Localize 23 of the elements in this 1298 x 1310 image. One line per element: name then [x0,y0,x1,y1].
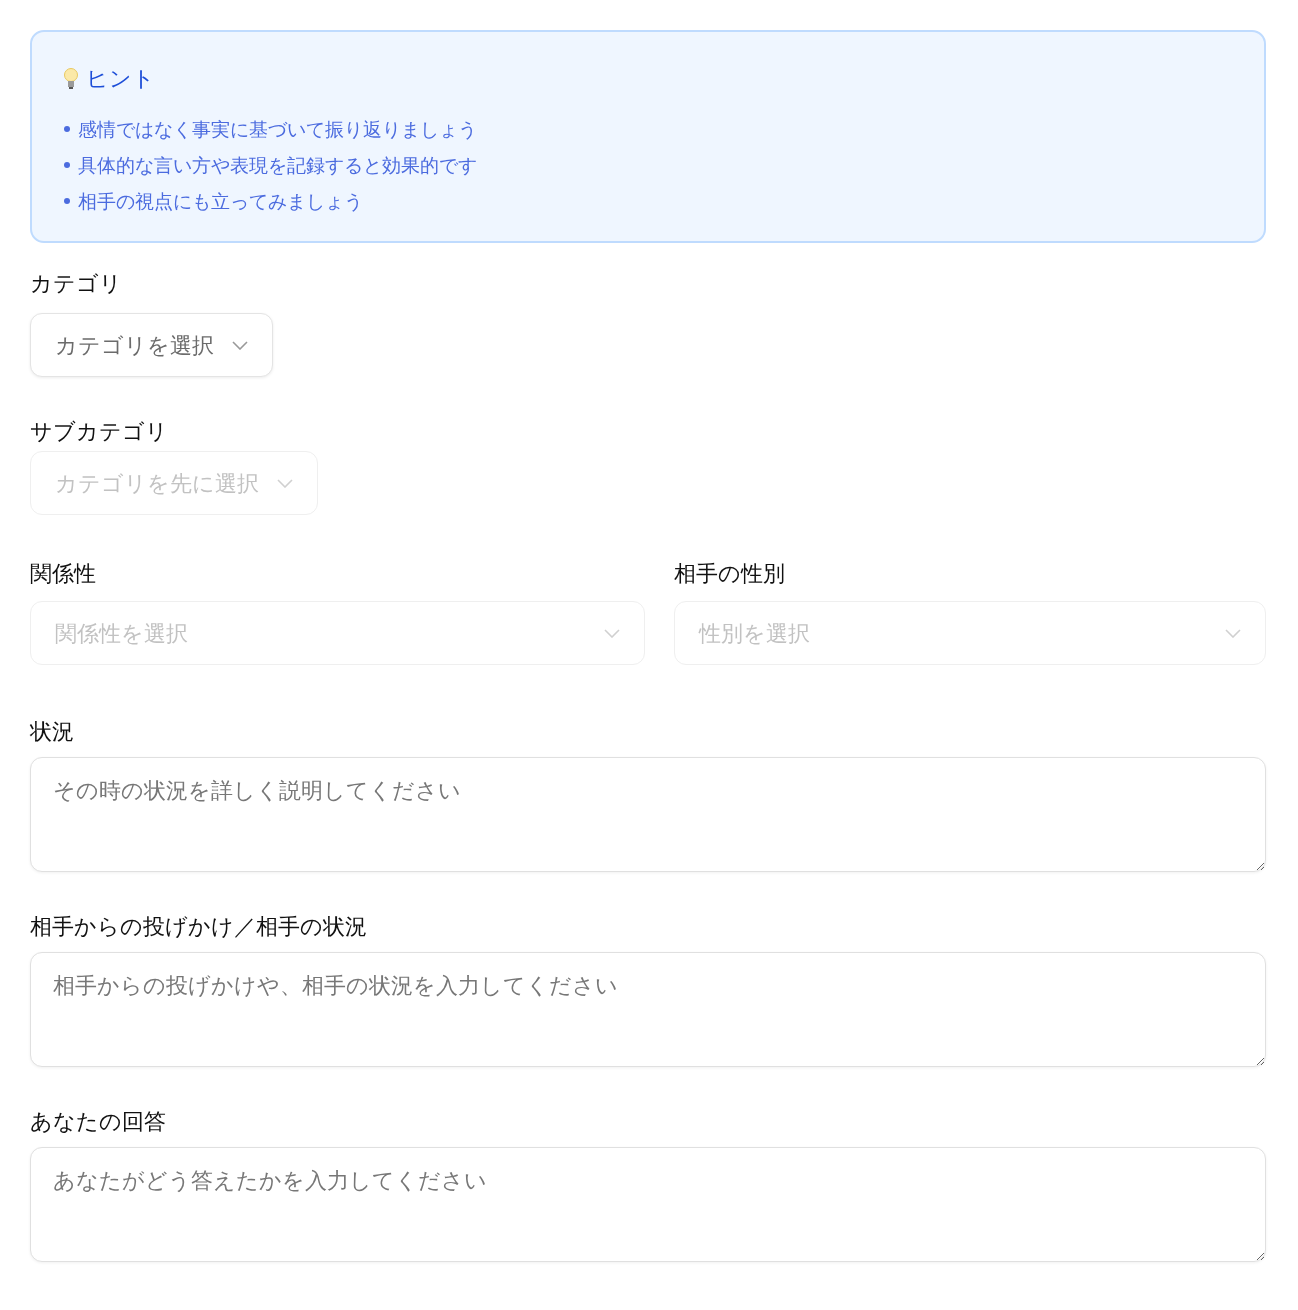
hint-title: ヒント [86,65,155,93]
chevron-down-icon [232,340,248,350]
text-area[interactable]: その時の状況を詳しく説明してください [30,757,1266,872]
field-label: サブカテゴリ [30,418,169,446]
bullet-dot [64,162,70,168]
chevron-down-icon [277,478,293,488]
lightbulb-icon [64,67,78,90]
hint-text: 具体的な言い方や表現を記録すると効果的です [78,153,477,178]
field-label: 相手からの投げかけ／相手の状況 [30,913,368,941]
text-area[interactable]: 相手からの投げかけや、相手の状況を入力してください [30,952,1266,1067]
hint-text: 相手の視点にも立ってみましょう [78,189,363,214]
field-label: 関係性 [30,560,97,588]
field-label: カテゴリ [30,270,123,298]
select-dropdown[interactable]: カテゴリを選択 [30,313,273,377]
chevron-down-icon [603,628,620,638]
bullet-dot [64,198,70,204]
field-label: 相手の性別 [673,560,786,588]
chevron-down-icon [1225,628,1241,638]
field-label: あなたの回答 [30,1108,167,1136]
text-area[interactable]: あなたがどう答えたかを入力してください [30,1147,1266,1262]
bullet-dot [64,126,70,132]
hint-text: 感情ではなく事実に基づいて振り返りましょう [78,117,477,142]
field-label: 状況 [30,718,75,746]
